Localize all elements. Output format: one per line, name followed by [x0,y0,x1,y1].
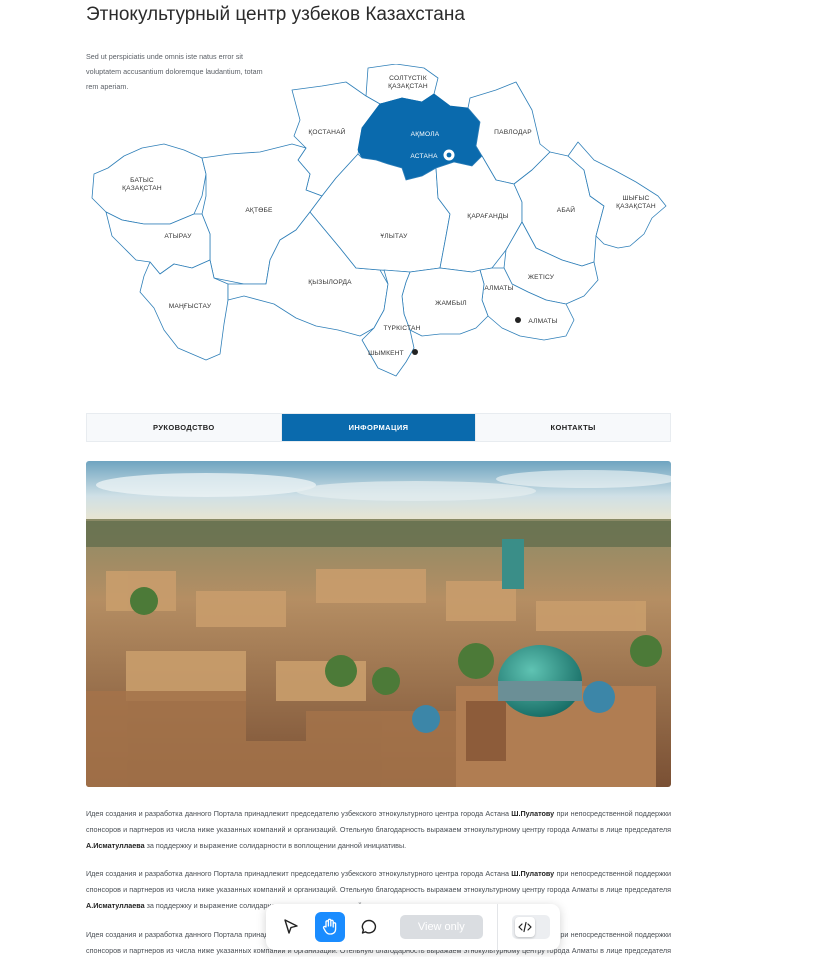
label-batys2: ҚАЗАҚСТАН [122,185,162,192]
label-ulytau: ҰЛЫТАУ [380,233,408,240]
hand-icon [322,918,337,935]
label-aktobe: АҚТӨБЕ [245,207,273,214]
hand-tool-button[interactable] [314,912,346,942]
region-batys[interactable] [91,143,207,225]
label-karagandy: ҚАРАҒАНДЫ [467,213,508,220]
page-title: Этнокультурный центр узбеков Казахстана [86,4,465,25]
almaty-city-marker[interactable] [515,317,521,323]
code-icon [517,921,532,933]
cursor-tool-button[interactable] [276,912,307,942]
comment-tool-button[interactable] [353,912,384,942]
cursor-icon [284,919,299,934]
label-zhetysu: ЖЕТІСУ [528,274,555,281]
label-solt: СОЛТҮСТІК [389,75,427,82]
label-shygys2: ҚАЗАҚСТАН [616,203,656,210]
shymkent-marker[interactable] [412,349,418,355]
label-kyzylorda: ҚЫЗЫЛОРДА [308,279,352,286]
label-kostanai: ҚОСТАНАЙ [308,127,345,136]
section-tabs: РУКОВОДСТВО ИНФОРМАЦИЯ КОНТАКТЫ [86,413,671,442]
tab-contacts[interactable]: КОНТАКТЫ [475,414,670,441]
toolbar-divider [496,904,498,950]
label-solt2: ҚАЗАҚСТАН [388,83,428,90]
label-turkistan: ТҮРКІСТАН [383,325,420,332]
tab-information[interactable]: ИНФОРМАЦИЯ [280,414,476,441]
label-abai: АБАЙ [557,205,576,214]
article-paragraph-1: Идея создания и разработка данного Порта… [86,809,672,850]
label-astana: АСТАНА [410,153,438,160]
code-view-toggle[interactable] [511,915,550,939]
label-atyrau: АТЫРАУ [164,233,192,240]
label-akmola: АҚМОЛА [411,131,440,138]
astana-marker-dot [446,152,452,158]
label-batys: БАТЫС [130,177,154,184]
tab-leadership[interactable]: РУКОВОДСТВО [87,414,281,441]
view-only-button[interactable]: View only [400,915,483,939]
city-photo [86,461,671,787]
label-shygys: ШЫҒЫС [622,195,649,202]
label-mangystau: МАҢҒЫСТАУ [169,303,212,310]
label-almaty-city: АЛМАТЫ [528,318,557,325]
label-pavlodar: ПАВЛОДАР [494,129,532,136]
kazakhstan-map[interactable]: СОЛТҮСТІК ҚАЗАҚСТАН ҚОСТАНАЙ АҚМОЛА АСТА… [84,64,674,380]
label-almaty-reg: АЛМАТЫ [484,285,513,292]
label-shymkent: ШЫМКЕНТ [368,350,404,357]
code-toggle-knob [514,917,535,937]
label-zhambyl: ЖАМБЫЛ [435,300,467,307]
comment-icon [361,919,376,934]
viewer-toolbar: View only [266,904,560,950]
